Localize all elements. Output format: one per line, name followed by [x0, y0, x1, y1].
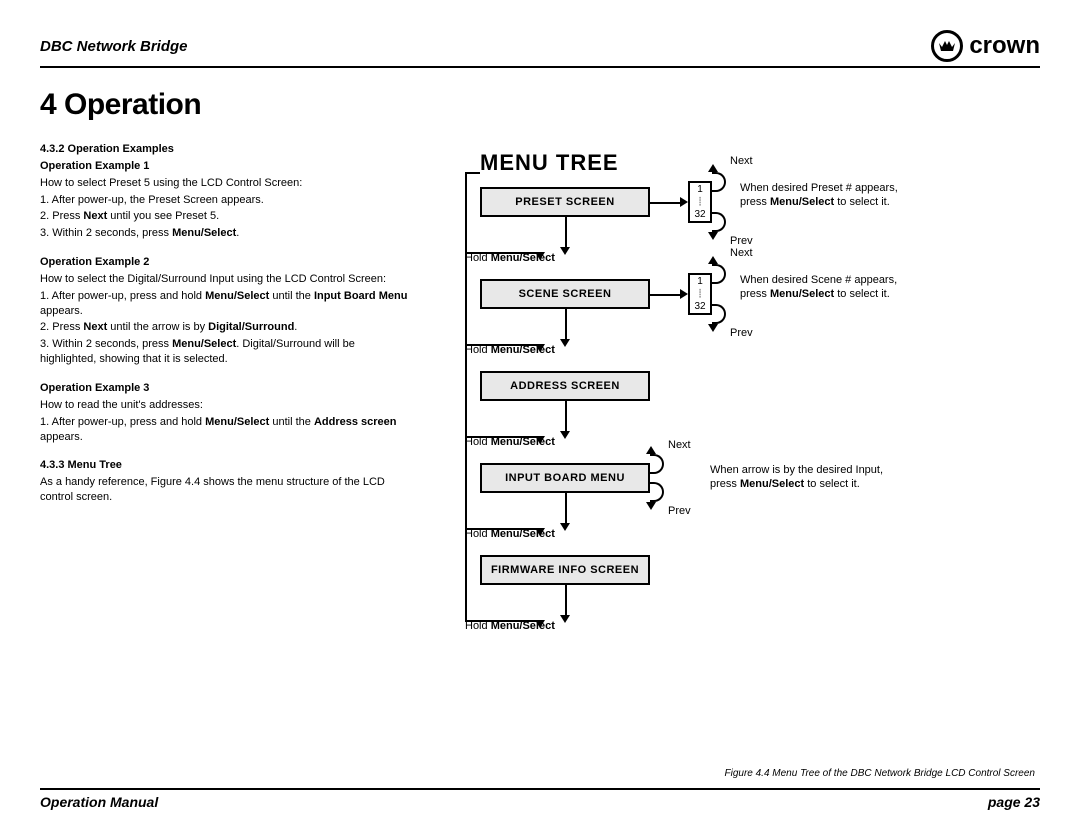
next-label-input: Next [668, 439, 691, 451]
input-board-box: INPUT BOARD MENU [480, 463, 650, 493]
hold-label-5: Hold Menu/Select [465, 620, 555, 632]
firmware-info-box: FIRMWARE INFO SCREEN [480, 555, 650, 585]
crown-icon [931, 30, 963, 62]
section-heading: 4 Operation [40, 88, 1040, 122]
preset-range-box: 1 ┊ 32 [688, 181, 712, 223]
example-1-step1: 1. After power-up, the Preset Screen app… [40, 193, 410, 208]
example-2-step2: 2. Press Next until the arrow is by Digi… [40, 320, 410, 335]
next-label-preset: Next [730, 155, 753, 167]
example-2-intro: How to select the Digital/Surround Input… [40, 272, 410, 287]
scene-range-box: 1 ┊ 32 [688, 273, 712, 315]
example-1-step2: 2. Press Next until you see Preset 5. [40, 209, 410, 224]
diagram-title: MENU TREE [480, 150, 619, 176]
next-label-scene: Next [730, 247, 753, 259]
example-1-head: Operation Example 1 [40, 159, 410, 174]
brand-text: crown [969, 32, 1040, 60]
footer-left: Operation Manual [40, 794, 158, 810]
example-2-step1: 1. After power-up, press and hold Menu/S… [40, 289, 410, 319]
scene-screen-box: SCENE SCREEN [480, 279, 650, 309]
hold-label-3: Hold Menu/Select [465, 436, 555, 448]
example-1-intro: How to select Preset 5 using the LCD Con… [40, 176, 410, 191]
range-top: 1 [697, 184, 703, 195]
menu-tree-body: As a handy reference, Figure 4.4 shows t… [40, 475, 410, 505]
brand-logo: crown [931, 30, 1040, 62]
page-header: DBC Network Bridge crown [40, 30, 1040, 68]
menu-tree-diagram: MENU TREE PRESET SCREEN Hold Menu/Select… [430, 142, 1040, 662]
range-bot: 32 [694, 301, 705, 312]
example-3-intro: How to read the unit's addresses: [40, 398, 410, 413]
example-3-head: Operation Example 3 [40, 381, 410, 396]
scene-note: When desired Scene # appears, press Menu… [740, 274, 897, 302]
subsection-433: 4.3.3 Menu Tree [40, 458, 410, 473]
product-name: DBC Network Bridge [40, 38, 188, 55]
preset-screen-box: PRESET SCREEN [480, 187, 650, 217]
input-note: When arrow is by the desired Input, pres… [710, 464, 883, 492]
example-3-step1: 1. After power-up, press and hold Menu/S… [40, 415, 410, 445]
hold-label-2: Hold Menu/Select [465, 344, 555, 356]
prev-label-preset: Prev [730, 235, 753, 247]
page-footer: Operation Manual page 23 [40, 788, 1040, 810]
example-2-head: Operation Example 2 [40, 255, 410, 270]
address-screen-box: ADDRESS SCREEN [480, 371, 650, 401]
range-top: 1 [697, 276, 703, 287]
example-2-step3: 3. Within 2 seconds, press Menu/Select. … [40, 337, 410, 367]
footer-right: page 23 [988, 794, 1040, 810]
hold-label-4: Hold Menu/Select [465, 528, 555, 540]
prev-label-input: Prev [668, 505, 691, 517]
preset-note: When desired Preset # appears, press Men… [740, 182, 898, 210]
figure-caption: Figure 4.4 Menu Tree of the DBC Network … [400, 768, 1035, 779]
range-bot: 32 [694, 209, 705, 220]
text-column: 4.3.2 Operation Examples Operation Examp… [40, 142, 410, 662]
example-1-step3: 3. Within 2 seconds, press Menu/Select. [40, 226, 410, 241]
hold-label-1: Hold Menu/Select [465, 252, 555, 264]
prev-label-scene: Prev [730, 327, 753, 339]
subsection-432: 4.3.2 Operation Examples [40, 142, 410, 157]
